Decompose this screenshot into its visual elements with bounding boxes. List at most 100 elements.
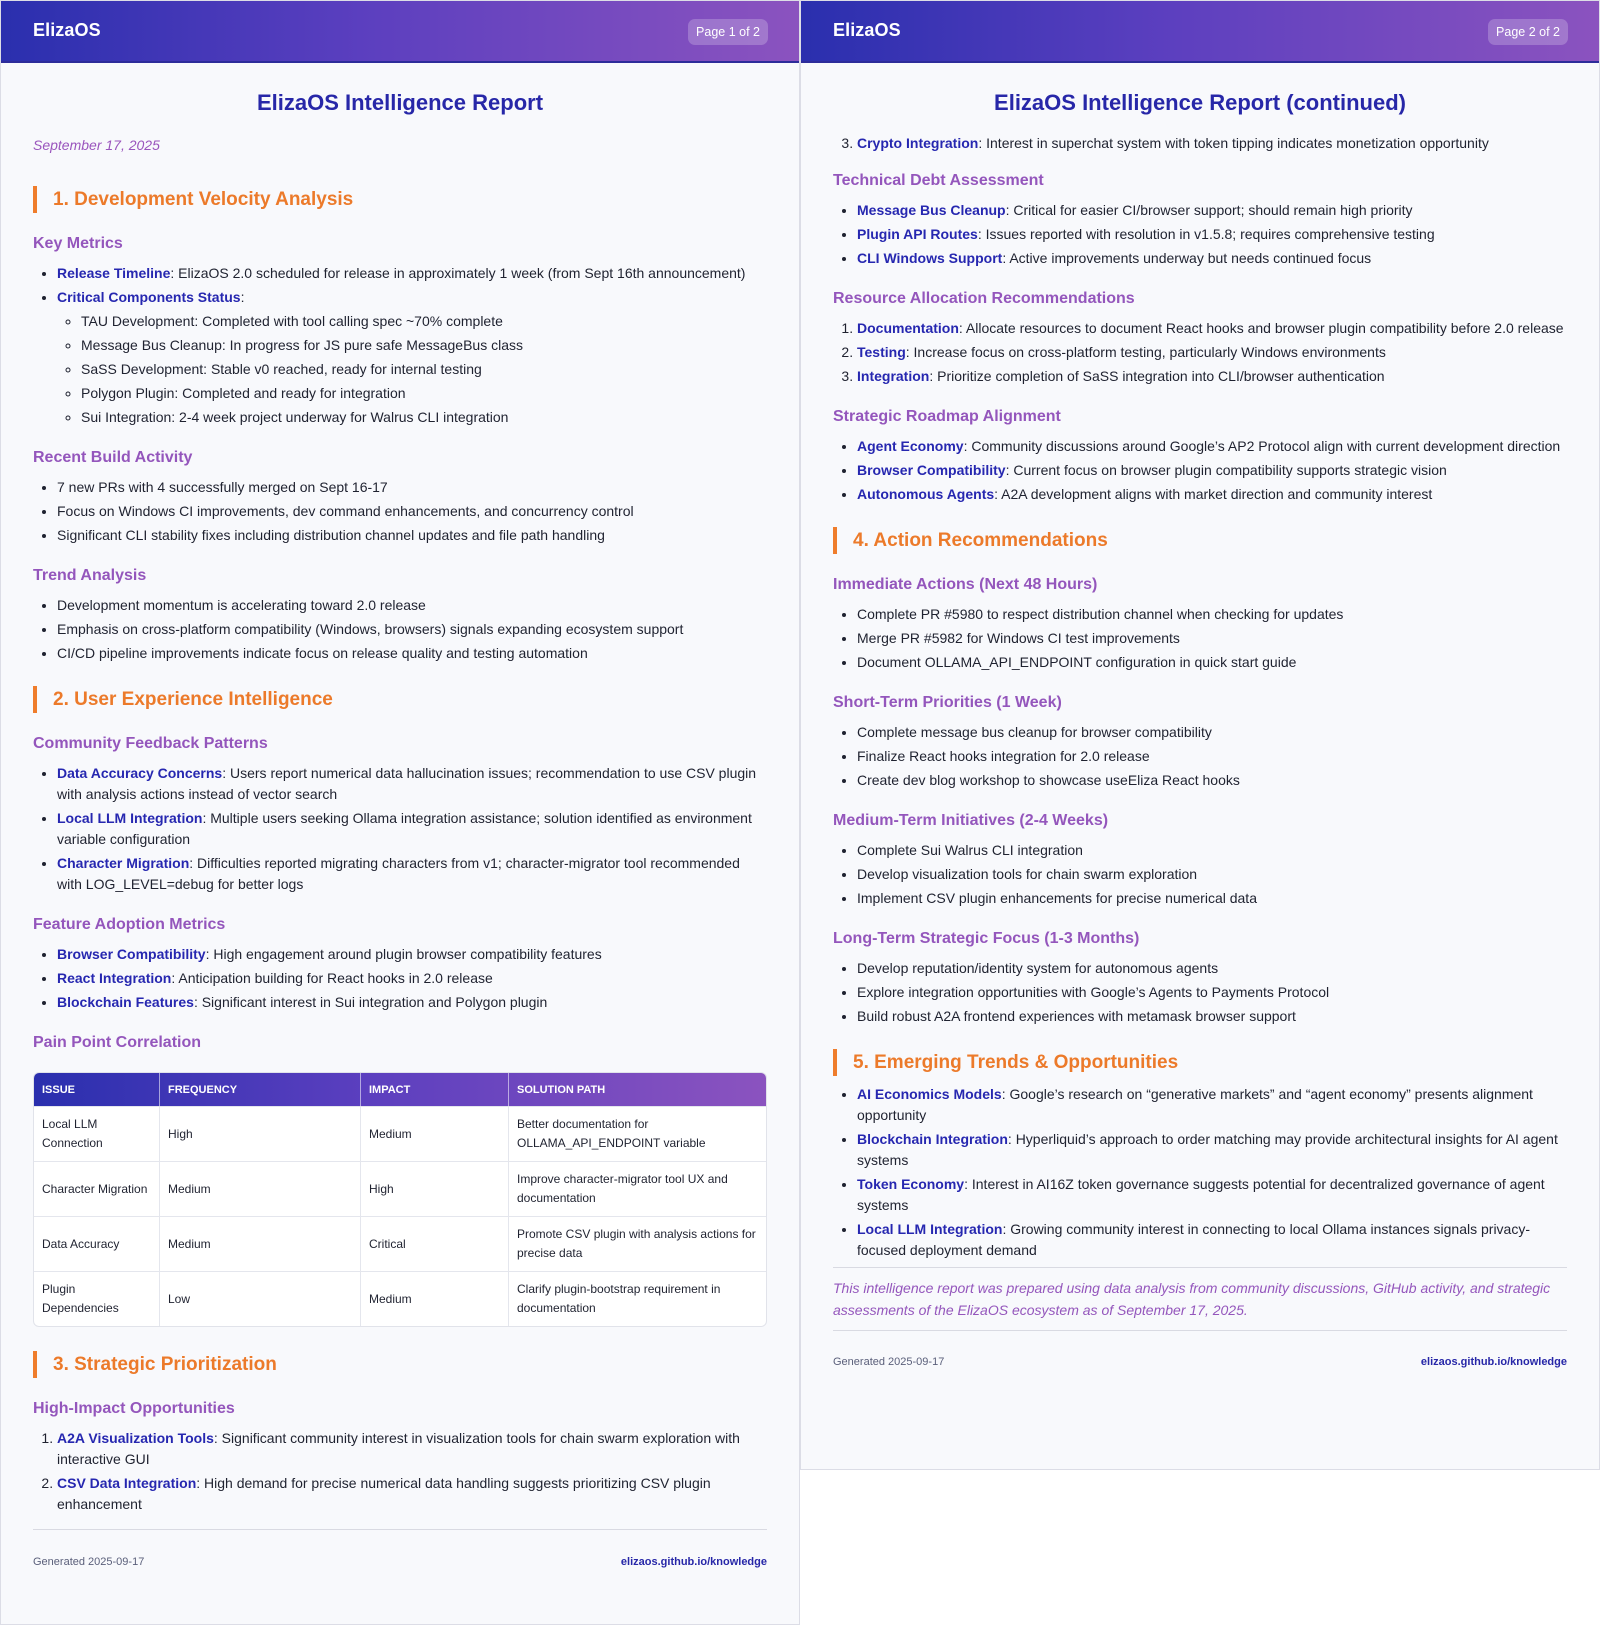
subheading-medium-term: Medium-Term Initiatives (2-4 Weeks) bbox=[833, 812, 1109, 829]
item-keyword: React Integration bbox=[57, 970, 172, 986]
section-heading-velocity: 1. Development Velocity Analysis bbox=[33, 186, 767, 213]
table-cell: Local LLM Connection bbox=[34, 1106, 160, 1161]
components-sublist: TAU Development: Completed with tool cal… bbox=[81, 311, 767, 428]
trend-analysis-list: Development momentum is accelerating tow… bbox=[57, 595, 767, 664]
list-item: Integration: Prioritize completion of Sa… bbox=[857, 366, 1567, 387]
item-keyword: CSV Data Integration bbox=[57, 1475, 197, 1491]
list-item: Plugin API Routes: Issues reported with … bbox=[857, 224, 1567, 245]
list-item: Browser Compatibility: High engagement a… bbox=[57, 944, 767, 965]
list-item: Local LLM Integration: Multiple users se… bbox=[57, 808, 767, 850]
key-metrics-list: Release Timeline: ElizaOS 2.0 scheduled … bbox=[57, 263, 767, 428]
adoption-list: Browser Compatibility: High engagement a… bbox=[57, 944, 767, 1013]
list-item: Critical Components Status: TAU Developm… bbox=[57, 287, 767, 428]
item-keyword: Browser Compatibility bbox=[57, 946, 206, 962]
list-item: Implement CSV plugin enhancements for pr… bbox=[857, 888, 1567, 909]
immediate-actions-list: Complete PR #5980 to respect distributio… bbox=[857, 604, 1567, 673]
list-item: Testing: Increase focus on cross-platfor… bbox=[857, 342, 1567, 363]
item-text: : A2A development aligns with market dir… bbox=[994, 486, 1433, 502]
report-page-2: ElizaOS Page 2 of 2 ElizaOS Intelligence… bbox=[800, 0, 1600, 1470]
item-text: : Prioritize completion of SaSS integrat… bbox=[929, 368, 1385, 384]
high-impact-list: A2A Visualization Tools: Significant com… bbox=[57, 1428, 767, 1515]
report-date: September 17, 2025 bbox=[33, 137, 160, 153]
table-cell: High bbox=[361, 1161, 509, 1216]
knowledge-link[interactable]: elizaos.github.io/knowledge bbox=[1421, 1356, 1567, 1368]
item-keyword: Local LLM Integration bbox=[57, 810, 203, 826]
closing-note: This intelligence report was prepared us… bbox=[833, 1280, 1551, 1318]
item-text: : Community discussions around Google’s … bbox=[963, 438, 1561, 454]
subheading-adoption: Feature Adoption Metrics bbox=[33, 916, 226, 933]
list-item: Agent Economy: Community discussions aro… bbox=[857, 436, 1567, 457]
list-item: Build robust A2A frontend experiences wi… bbox=[857, 1006, 1567, 1027]
item-keyword: Blockchain Features bbox=[57, 994, 194, 1010]
list-item: CSV Data Integration: High demand for pr… bbox=[57, 1473, 767, 1515]
item-text: : Significant interest in Sui integratio… bbox=[193, 994, 548, 1010]
subheading-technical-debt: Technical Debt Assessment bbox=[833, 172, 1044, 189]
item-text: : Issues reported with resolution in v1.… bbox=[977, 226, 1435, 242]
table-cell: High bbox=[160, 1106, 361, 1161]
subheading-trend-analysis: Trend Analysis bbox=[33, 567, 147, 584]
page-title: ElizaOS Intelligence Report (continued) bbox=[994, 90, 1406, 115]
list-item: Blockchain Features: Significant interes… bbox=[57, 992, 767, 1013]
section-heading-ux: 2. User Experience Intelligence bbox=[33, 686, 767, 713]
table-row: Character Migration Medium High Improve … bbox=[34, 1161, 766, 1216]
build-activity-list: 7 new PRs with 4 successfully merged on … bbox=[57, 477, 767, 546]
emerging-trends-list: AI Economics Models: Google’s research o… bbox=[857, 1084, 1567, 1261]
item-text: : bbox=[240, 289, 245, 305]
item-text: : Current focus on browser plugin compat… bbox=[1005, 462, 1447, 478]
long-term-list: Develop reputation/identity system for a… bbox=[857, 958, 1567, 1027]
report-page-1: ElizaOS Page 1 of 2 ElizaOS Intelligence… bbox=[0, 0, 800, 1625]
subheading-immediate-actions: Immediate Actions (Next 48 Hours) bbox=[833, 576, 1098, 593]
table-cell: Medium bbox=[361, 1271, 509, 1326]
item-keyword: Integration bbox=[857, 368, 930, 384]
list-item: Crypto Integration: Interest in supercha… bbox=[857, 133, 1567, 154]
item-keyword: Critical Components Status bbox=[57, 289, 241, 305]
list-item: Release Timeline: ElizaOS 2.0 scheduled … bbox=[57, 263, 767, 284]
item-keyword: Agent Economy bbox=[857, 438, 964, 454]
item-keyword: Browser Compatibility bbox=[857, 462, 1006, 478]
generated-date: Generated 2025-09-17 bbox=[833, 1356, 945, 1368]
page-number-badge: Page 2 of 2 bbox=[1488, 19, 1568, 45]
list-item: Autonomous Agents: A2A development align… bbox=[857, 484, 1567, 505]
list-item: A2A Visualization Tools: Significant com… bbox=[57, 1428, 767, 1470]
table-cell: Improve character-migrator tool UX and d… bbox=[509, 1161, 766, 1216]
item-text: : Allocate resources to document React h… bbox=[958, 320, 1564, 336]
brand-logo: ElizaOS bbox=[833, 20, 901, 40]
list-item: Document OLLAMA_API_ENDPOINT configurati… bbox=[857, 652, 1567, 673]
item-keyword: CLI Windows Support bbox=[857, 250, 1003, 266]
page-header: ElizaOS Page 1 of 2 bbox=[1, 1, 799, 63]
column-header-issue: ISSUE bbox=[34, 1073, 160, 1106]
item-keyword: Data Accuracy Concerns bbox=[57, 765, 223, 781]
list-item: Character Migration: Difficulties report… bbox=[57, 853, 767, 895]
footer-divider bbox=[833, 1330, 1567, 1331]
footer-divider bbox=[33, 1529, 767, 1530]
item-keyword: Documentation bbox=[857, 320, 959, 336]
item-keyword: Local LLM Integration bbox=[857, 1221, 1003, 1237]
subheading-resource-allocation: Resource Allocation Recommendations bbox=[833, 290, 1135, 307]
page-number-badge: Page 1 of 2 bbox=[688, 19, 768, 45]
item-keyword: Token Economy bbox=[857, 1176, 965, 1192]
high-impact-list-continued: Crypto Integration: Interest in supercha… bbox=[857, 133, 1567, 154]
item-keyword: Crypto Integration bbox=[857, 135, 979, 151]
list-item: CLI Windows Support: Active improvements… bbox=[857, 248, 1567, 269]
list-item: Complete message bus cleanup for browser… bbox=[857, 722, 1567, 743]
knowledge-link[interactable]: elizaos.github.io/knowledge bbox=[621, 1556, 767, 1568]
list-item: Focus on Windows CI improvements, dev co… bbox=[57, 501, 767, 522]
item-text: : Active improvements underway but needs… bbox=[1002, 250, 1372, 266]
item-keyword: AI Economics Models bbox=[857, 1086, 1002, 1102]
column-header-frequency: FREQUENCY bbox=[160, 1073, 361, 1106]
item-keyword: Release Timeline bbox=[57, 265, 171, 281]
item-text: : Increase focus on cross-platform testi… bbox=[905, 344, 1386, 360]
brand-logo: ElizaOS bbox=[33, 20, 101, 40]
subheading-high-impact: High-Impact Opportunities bbox=[33, 1400, 235, 1417]
table-row: Local LLM Connection High Medium Better … bbox=[34, 1106, 766, 1161]
item-text: : Anticipation building for React hooks … bbox=[171, 970, 493, 986]
section-heading-prioritization: 3. Strategic Prioritization bbox=[33, 1351, 767, 1378]
list-item: Browser Compatibility: Current focus on … bbox=[857, 460, 1567, 481]
item-text: : Interest in superchat system with toke… bbox=[978, 135, 1489, 151]
subheading-short-term: Short-Term Priorities (1 Week) bbox=[833, 694, 1062, 711]
feedback-list: Data Accuracy Concerns: Users report num… bbox=[57, 763, 767, 895]
list-item: CI/CD pipeline improvements indicate foc… bbox=[57, 643, 767, 664]
table-cell: Better documentation for OLLAMA_API_ENDP… bbox=[509, 1106, 766, 1161]
table-cell: Data Accuracy bbox=[34, 1216, 160, 1271]
table-cell: Medium bbox=[361, 1106, 509, 1161]
